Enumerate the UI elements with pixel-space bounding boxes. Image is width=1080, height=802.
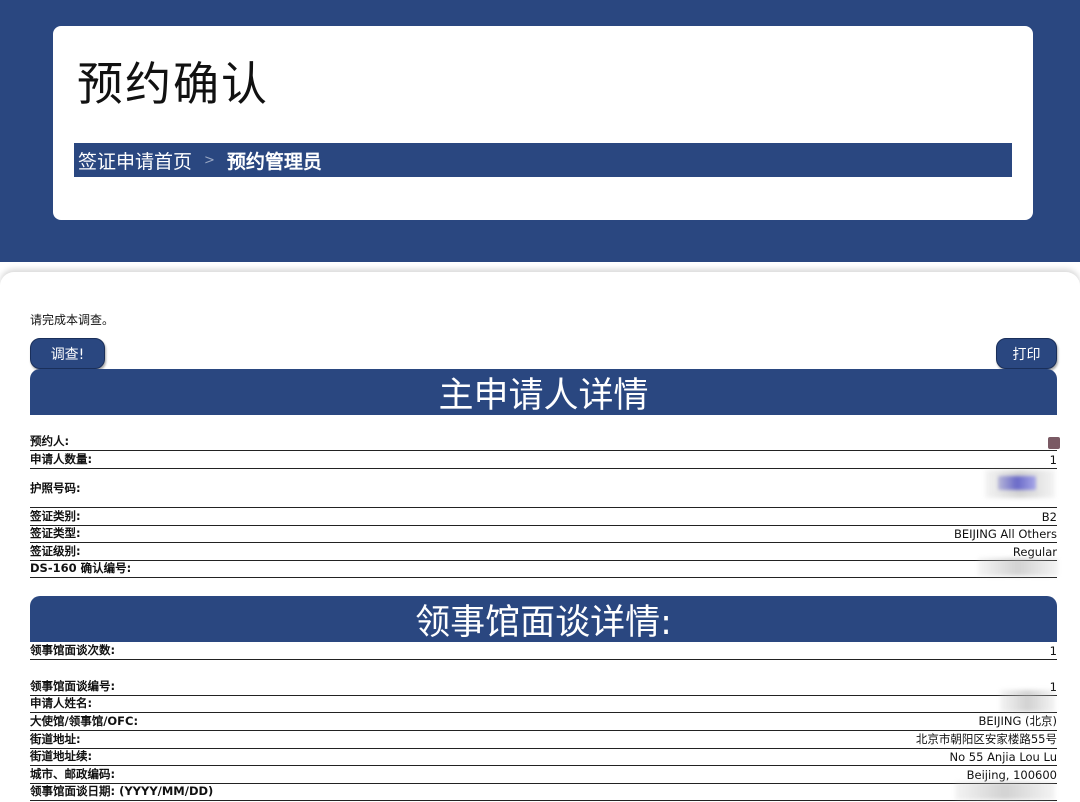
row-visa-category: 签证类别: B2 <box>30 508 1057 526</box>
breadcrumb: 签证申请首页 > 预约管理员 <box>74 143 1012 177</box>
row-label: 签证级别: <box>30 544 81 558</box>
row-interview-number: 领事馆面谈编号: 1 <box>30 660 1057 696</box>
row-label: 领事馆面谈编号: <box>30 679 116 693</box>
breadcrumb-separator: > <box>204 152 215 168</box>
header-card: 预约确认 签证申请首页 > 预约管理员 <box>53 26 1033 220</box>
row-interview-date: 领事馆面谈日期: (YYYY/MM/DD) <box>30 784 1057 801</box>
row-passport-number: 护照号码: <box>30 469 1057 508</box>
row-value: No 55 Anjia Lou Lu <box>949 750 1057 764</box>
row-embassy: 大使馆/领事馆/OFC: BEIJING (北京) <box>30 713 1057 731</box>
row-value: BEIJING All Others <box>953 527 1057 541</box>
name-redaction <box>1000 690 1055 712</box>
passport-redaction-color <box>998 476 1036 490</box>
row-label: 大使馆/领事馆/OFC: <box>30 714 139 728</box>
row-label: 预约人: <box>30 434 70 448</box>
row-label: DS-160 确认编号: <box>30 561 132 575</box>
row-label: 街道地址续: <box>30 749 93 763</box>
row-visa-class: 签证级别: Regular <box>30 543 1057 561</box>
row-booker: 预约人: <box>30 432 1057 451</box>
row-value: 1 <box>1049 453 1057 467</box>
row-label: 城市、邮政编码: <box>30 767 116 781</box>
survey-button[interactable]: 调查! <box>30 338 105 369</box>
row-value: Regular <box>1012 545 1057 559</box>
row-value: B2 <box>1041 510 1057 524</box>
row-value: Beijing, 100600 <box>966 768 1057 782</box>
row-applicant-count: 申请人数量: 1 <box>30 451 1057 469</box>
redaction-mark <box>1048 437 1060 449</box>
row-label: 街道地址: <box>30 732 81 746</box>
row-label: 签证类别: <box>30 509 81 523</box>
row-value: 1 <box>1049 644 1057 658</box>
row-applicant-name: 申请人姓名: <box>30 696 1057 713</box>
breadcrumb-current: 预约管理员 <box>226 150 322 173</box>
row-label: 申请人数量: <box>30 452 93 466</box>
date-redaction <box>955 782 1055 800</box>
row-street-address-2: 街道地址续: No 55 Anjia Lou Lu <box>30 749 1057 766</box>
row-interview-count: 领事馆面谈次数: 1 <box>30 642 1057 660</box>
print-button[interactable]: 打印 <box>996 338 1057 369</box>
row-city-postal: 城市、邮政编码: Beijing, 100600 <box>30 766 1057 784</box>
row-label: 护照号码: <box>30 480 81 495</box>
row-ds160-number: DS-160 确认编号: <box>30 561 1057 578</box>
survey-note: 请完成本调查。 <box>30 313 115 327</box>
row-label: 签证类型: <box>30 526 81 540</box>
applicant-section-header: 主申请人详情 <box>30 369 1057 416</box>
row-label: 领事馆面谈次数: <box>30 643 116 657</box>
row-label: 领事馆面谈日期: (YYYY/MM/DD) <box>30 784 214 798</box>
ds160-redaction <box>978 558 1058 576</box>
breadcrumb-home-link[interactable]: 签证申请首页 <box>78 147 192 174</box>
row-value: 北京市朝阳区安家楼路55号 <box>915 732 1057 746</box>
interview-section-header: 领事馆面谈详情: <box>30 596 1057 643</box>
row-visa-type: 签证类型: BEIJING All Others <box>30 526 1057 543</box>
row-street-address: 街道地址: 北京市朝阳区安家楼路55号 <box>30 731 1057 749</box>
page-title: 预约确认 <box>77 57 269 111</box>
row-label: 申请人姓名: <box>30 696 93 710</box>
row-value: BEIJING (北京) <box>978 714 1057 728</box>
